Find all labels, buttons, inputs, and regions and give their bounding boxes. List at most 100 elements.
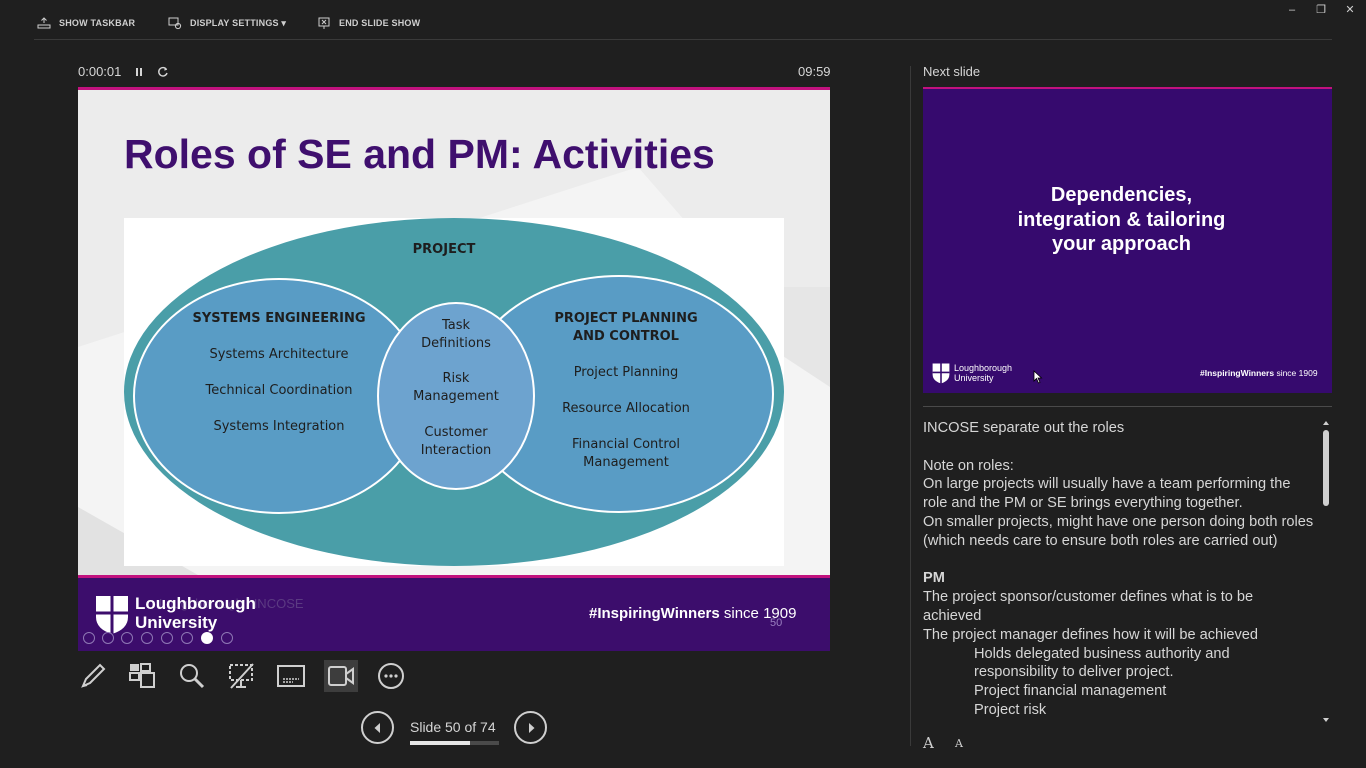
next-slide-hashtag-rest: since 1909 — [1274, 368, 1318, 378]
footer-hashtag: #InspiringWinners since 1909 — [589, 605, 796, 622]
slide-number: 50 — [770, 617, 783, 629]
slide-progress-fill — [410, 741, 471, 745]
pen-tool-button[interactable] — [76, 660, 110, 692]
show-taskbar-button[interactable]: SHOW TASKBAR — [37, 15, 135, 31]
subtitles-icon — [277, 665, 305, 687]
venn-pm-item-3a: Financial Control — [572, 437, 680, 452]
minimize-button[interactable]: – — [1282, 2, 1302, 18]
notes-spacer — [923, 551, 1315, 570]
venn-se-item-2: Technical Coordination — [205, 383, 353, 398]
chevron-right-icon — [528, 722, 534, 733]
next-slide-title: Dependencies, integration & tailoring yo… — [1017, 184, 1226, 255]
notes-paragraph: On smaller projects, might have one pers… — [923, 513, 1314, 549]
venn-se-item-3: Systems Integration — [213, 419, 344, 434]
notes-heading: Note on roles: — [923, 457, 1014, 474]
display-settings-button[interactable]: DISPLAY SETTINGS ▾ — [168, 15, 286, 31]
footer-hashtag-bold: #InspiringWinners — [589, 605, 720, 622]
notes-indented-item: Holds delegated business authority and r… — [974, 645, 1230, 681]
notes-indented-item: Project financial management — [974, 683, 1167, 700]
grid-slides-icon — [129, 663, 155, 688]
reset-icon[interactable] — [156, 65, 170, 79]
slide-top-accent — [78, 87, 830, 90]
notes-scrollbar[interactable] — [1320, 420, 1332, 724]
more-icon — [378, 663, 404, 689]
see-all-slides-button[interactable] — [125, 660, 159, 692]
black-screen-button[interactable] — [224, 660, 258, 692]
notes-spacer — [923, 438, 1315, 457]
screen-off-icon — [229, 663, 254, 689]
pane-divider[interactable] — [910, 66, 911, 746]
clock-time: 09:59 — [798, 64, 831, 79]
next-slide-label: Next slide — [923, 64, 981, 79]
pause-icon[interactable] — [133, 65, 145, 79]
scroll-up-arrow-icon[interactable] — [1322, 420, 1330, 426]
notes-paragraph: On large projects will usually have a te… — [923, 476, 1291, 512]
notes-divider — [923, 406, 1332, 407]
venn-se-title: SYSTEMS ENGINEERING — [192, 311, 365, 326]
next-slide-preview[interactable]: Dependencies, integration & tailoring yo… — [923, 87, 1332, 393]
slide-progress-bar — [410, 741, 499, 745]
notes-paragraph: The project manager defines how it will … — [923, 626, 1259, 643]
show-taskbar-label: SHOW TASKBAR — [59, 18, 136, 28]
notes-line: INCOSE separate out the roles — [923, 420, 1125, 436]
university-crest-icon — [96, 596, 128, 634]
end-slide-show-label: END SLIDE SHOW — [339, 18, 421, 28]
venn-overlap-item-3b: Interaction — [421, 443, 492, 458]
venn-overlap-item-1b: Definitions — [421, 336, 491, 351]
increase-font-button[interactable]: A — [923, 734, 934, 752]
slide-title: Roles of SE and PM: Activities — [124, 131, 715, 177]
pen-icon — [81, 663, 106, 688]
close-button[interactable]: ✕ — [1340, 2, 1360, 18]
venn-se-item-1: Systems Architecture — [210, 347, 349, 362]
video-camera-icon — [328, 666, 354, 686]
notes-indented-item: Project risk — [974, 701, 1047, 718]
next-slide-logo: Loughborough University — [954, 363, 1012, 383]
chevron-left-icon — [374, 722, 380, 733]
previous-slide-button[interactable] — [361, 711, 394, 744]
decrease-font-button[interactable]: A — [955, 737, 963, 750]
toolbar-divider — [34, 39, 1332, 40]
venn-pm-item-1: Project Planning — [574, 365, 679, 380]
notes-scroll-thumb[interactable] — [1323, 430, 1329, 506]
mouse-cursor-icon — [1033, 370, 1043, 384]
end-slide-show-button[interactable]: END SLIDE SHOW — [317, 15, 420, 31]
zoom-button[interactable] — [175, 660, 209, 692]
next-slide-hashtag: #InspiringWinners since 1909 — [1200, 368, 1318, 378]
display-settings-icon — [168, 17, 182, 30]
scroll-down-arrow-icon[interactable] — [1322, 717, 1330, 723]
footer-accent — [78, 575, 830, 578]
display-settings-label: DISPLAY SETTINGS ▾ — [190, 17, 287, 28]
next-slide-hashtag-bold: #InspiringWinners — [1200, 368, 1275, 378]
elapsed-timer: 0:00:01 — [78, 64, 122, 79]
restore-button[interactable]: ❐ — [1311, 2, 1331, 18]
venn-overlap-item-1a: Task — [441, 318, 471, 333]
subtitles-button[interactable] — [274, 660, 308, 692]
notes-pm-heading: PM — [923, 570, 945, 587]
next-slide-top-accent — [923, 87, 1332, 89]
venn-diagram: PROJECT SYSTEMS ENGINEERING Systems Arch… — [124, 218, 784, 566]
current-slide[interactable]: Roles of SE and PM: Activities PROJECT S… — [78, 87, 830, 651]
next-slide-button[interactable] — [514, 711, 547, 744]
venn-pm-title-line1: PROJECT PLANNING — [554, 311, 697, 326]
next-slide-logo-line2: University — [954, 373, 994, 383]
footer-logo-line1: Loughborough — [135, 594, 256, 613]
venn-project-label: PROJECT — [413, 242, 476, 257]
slide-counter[interactable]: Slide 50 of 74 — [410, 719, 496, 735]
end-show-icon — [318, 17, 330, 29]
venn-pm-title-line2: AND CONTROL — [573, 329, 679, 344]
footer-hashtag-rest: since 1909 — [719, 605, 797, 622]
venn-overlap-item-3a: Customer — [424, 425, 488, 440]
speaker-notes[interactable]: INCOSE separate out the roles Note on ro… — [923, 419, 1315, 723]
venn-pm-item-3b: Management — [583, 455, 669, 470]
taskbar-icon — [37, 17, 51, 29]
slide-mini-controls[interactable] — [82, 631, 242, 645]
next-slide-logo-line1: Loughborough — [954, 363, 1013, 373]
camera-toggle-button[interactable] — [324, 660, 358, 692]
venn-overlap-item-2b: Management — [413, 389, 499, 404]
more-options-button[interactable] — [374, 660, 408, 692]
magnifier-icon — [180, 664, 205, 689]
slide-footer: Loughborough / INCOSE Loughborough Unive… — [78, 575, 830, 651]
footer-logo-line2: University — [135, 613, 218, 632]
notes-paragraph: The project sponsor/customer defines wha… — [923, 589, 1254, 624]
venn-overlap-item-2a: Risk — [443, 371, 470, 386]
